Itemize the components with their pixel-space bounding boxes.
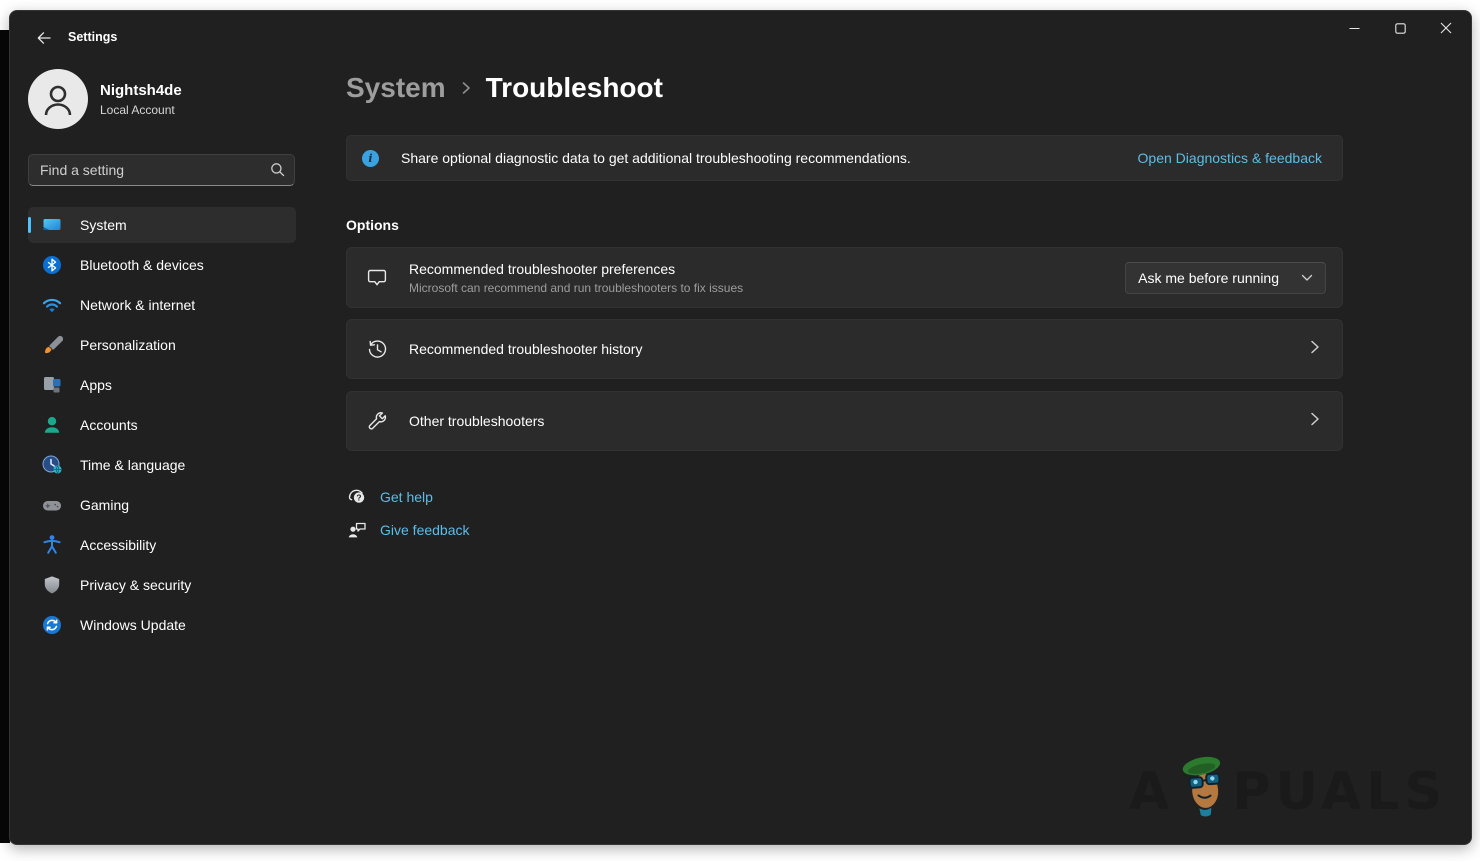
sidebar-item-system[interactable]: System [28,207,296,243]
svg-text:?: ? [356,493,361,503]
settings-window: Settings Nightsh4de Local Acc [9,10,1472,845]
get-help-label: Get help [380,489,433,505]
breadcrumb-parent[interactable]: System [346,72,446,104]
sidebar-item-label: Accounts [80,417,138,433]
sidebar-item-label: Personalization [80,337,176,353]
sidebar-item-label: Accessibility [80,537,156,553]
sidebar: Nightsh4de Local Account Syst [10,59,322,844]
user-name: Nightsh4de [100,82,182,99]
back-button[interactable] [26,25,62,55]
open-diagnostics-feedback-link[interactable]: Open Diagnostics & feedback [1138,150,1322,166]
sidebar-item-label: Time & language [80,457,185,473]
user-profile[interactable]: Nightsh4de Local Account [28,69,182,129]
person-icon [38,79,78,119]
history-icon [365,337,389,361]
give-feedback-label: Give feedback [380,522,470,538]
sidebar-item-network-internet[interactable]: Network & internet [28,287,296,323]
close-button[interactable] [1423,11,1469,49]
troubleshooter-preference-dropdown[interactable]: Ask me before running [1125,262,1326,294]
avatar [28,69,88,129]
banner-text: Share optional diagnostic data to get ad… [401,150,911,166]
bluetooth-icon [41,254,63,276]
get-help-link[interactable]: ? Get help [346,486,433,508]
window-controls [1331,11,1469,49]
sidebar-item-label: Apps [80,377,112,393]
card-text: Recommended troubleshooter preferences M… [409,261,743,295]
system-icon [41,214,63,236]
close-icon [1440,21,1452,39]
gaming-icon [41,494,63,516]
chevron-right-icon [1310,339,1320,360]
sidebar-item-label: System [80,217,127,233]
troubleshooter-preferences-card: Recommended troubleshooter preferences M… [346,247,1343,308]
other-troubleshooters-card[interactable]: Other troubleshooters [346,391,1343,451]
sidebar-nav: System Bluetooth & devices [28,207,296,647]
sidebar-item-time-language[interactable]: Time & language [28,447,296,483]
maximize-icon [1395,21,1406,39]
user-account-type: Local Account [100,103,182,117]
apps-icon [41,374,63,396]
sidebar-item-windows-update[interactable]: Windows Update [28,607,296,643]
troubleshooter-history-card[interactable]: Recommended troubleshooter history [346,319,1343,379]
info-icon: i [362,150,379,167]
personalization-icon [41,334,63,356]
minimize-button[interactable] [1331,11,1377,49]
give-feedback-icon [346,519,368,541]
page-title: Troubleshoot [486,72,663,104]
title-bar: Settings [10,11,1471,59]
accounts-icon [41,414,63,436]
sidebar-item-bluetooth-devices[interactable]: Bluetooth & devices [28,247,296,283]
dropdown-value: Ask me before running [1138,270,1279,286]
sidebar-item-gaming[interactable]: Gaming [28,487,296,523]
maximize-button[interactable] [1377,11,1423,49]
search-input[interactable] [28,154,295,186]
main-content: System Troubleshoot i Share optional dia… [337,59,1471,844]
card-title: Recommended troubleshooter history [409,341,642,357]
minimize-icon [1349,21,1360,39]
options-heading: Options [346,217,399,233]
accessibility-icon [41,534,63,556]
sidebar-item-label: Bluetooth & devices [80,257,204,273]
back-arrow-icon [36,30,52,51]
diagnostic-banner: i Share optional diagnostic data to get … [346,135,1343,181]
chevron-right-icon [461,80,471,101]
get-help-icon: ? [346,486,368,508]
privacy-security-icon [41,574,63,596]
chevron-down-icon [1301,274,1313,282]
search-box [28,154,295,186]
breadcrumb: System Troubleshoot [346,72,663,104]
sidebar-item-label: Privacy & security [80,577,191,593]
card-title: Recommended troubleshooter preferences [409,261,743,277]
wrench-icon [365,409,389,433]
chevron-right-icon [1310,411,1320,432]
chat-bubble-icon [365,266,389,290]
sidebar-item-apps[interactable]: Apps [28,367,296,403]
card-title: Other troubleshooters [409,413,544,429]
selection-pill [28,217,31,233]
sidebar-item-label: Windows Update [80,617,186,633]
sidebar-item-accounts[interactable]: Accounts [28,407,296,443]
windows-update-icon [41,614,63,636]
give-feedback-link[interactable]: Give feedback [346,519,470,541]
window-title: Settings [68,30,117,44]
sidebar-item-label: Network & internet [80,297,195,313]
sidebar-item-privacy-security[interactable]: Privacy & security [28,567,296,603]
search-icon [270,162,285,182]
sidebar-item-personalization[interactable]: Personalization [28,327,296,363]
time-language-icon [41,454,63,476]
network-icon [41,294,63,316]
card-subtitle: Microsoft can recommend and run troubles… [409,281,743,295]
sidebar-item-accessibility[interactable]: Accessibility [28,527,296,563]
sidebar-item-label: Gaming [80,497,129,513]
